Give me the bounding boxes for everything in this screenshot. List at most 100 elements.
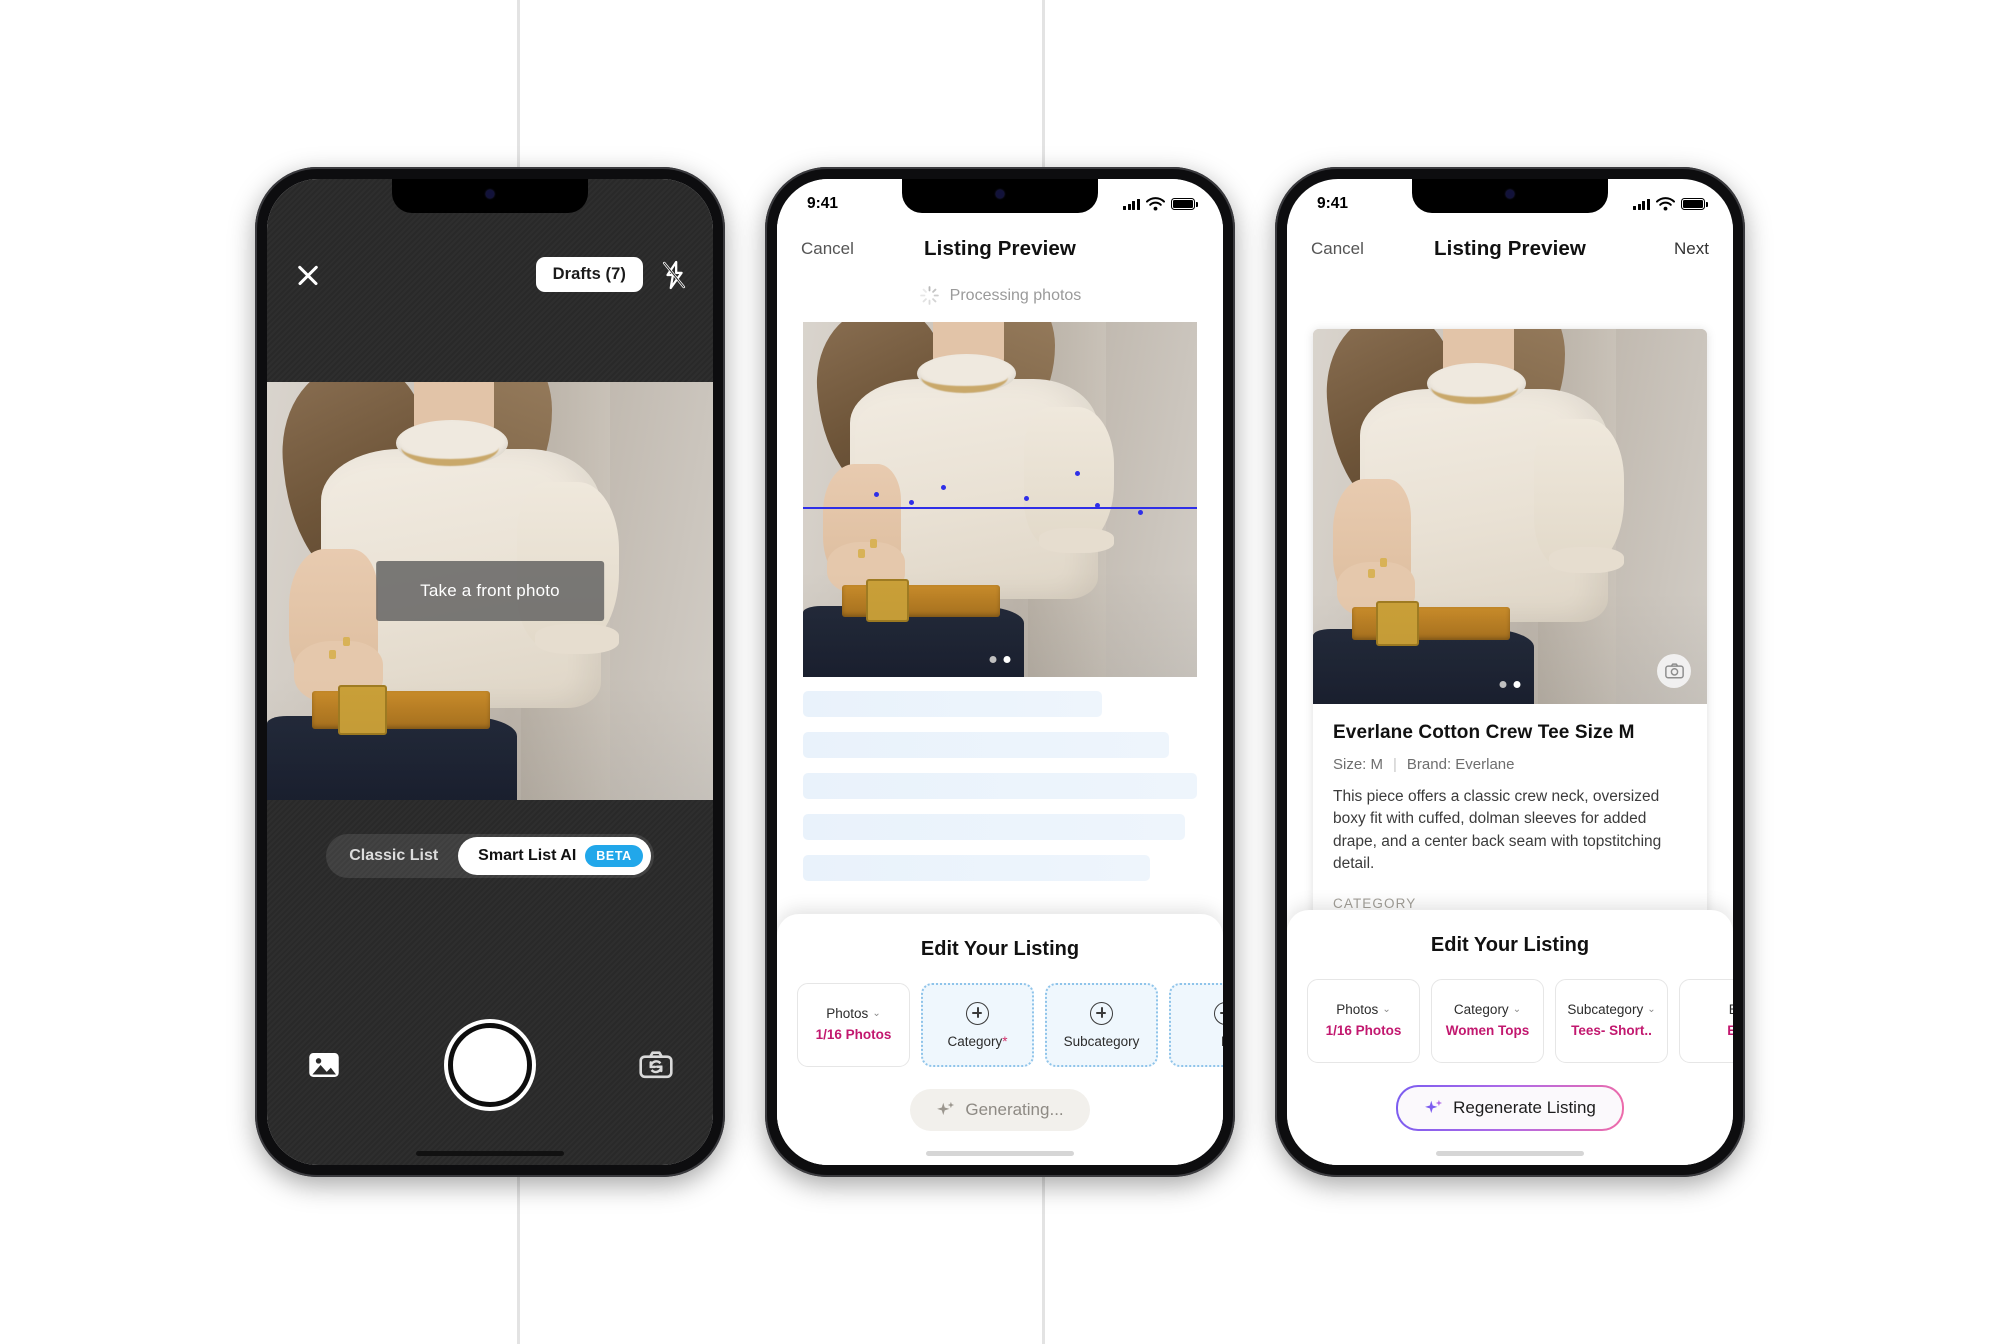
sparkle-icon bbox=[937, 1101, 955, 1116]
category-section-label: CATEGORY bbox=[1333, 895, 1417, 911]
regenerate-listing-button[interactable]: Regenerate Listing bbox=[1396, 1085, 1624, 1131]
chip-subcategory[interactable]: Subcategory bbox=[1045, 983, 1158, 1067]
ai-detect-dot bbox=[1074, 471, 1080, 477]
camera-flip-icon[interactable] bbox=[639, 1050, 673, 1080]
skeleton-line bbox=[803, 814, 1186, 840]
page-title: Listing Preview bbox=[924, 237, 1076, 260]
chip-brand-label: B bbox=[1221, 1034, 1223, 1049]
generating-button: Generating... bbox=[910, 1089, 1090, 1131]
status-time: 9:41 bbox=[1317, 195, 1349, 212]
chip-label-text: Photos bbox=[826, 1006, 869, 1022]
loading-spinner-icon bbox=[919, 286, 939, 305]
camera-topbar: Drafts (7) bbox=[267, 257, 713, 292]
listing-photo[interactable] bbox=[1313, 329, 1707, 704]
camera-screen: Drafts (7) Take a front photo Classic Li… bbox=[267, 179, 713, 1165]
plus-circle-icon bbox=[1090, 1001, 1113, 1025]
chip-category-label: Category ⌄ bbox=[1454, 1002, 1521, 1017]
mode-switcher: Classic List Smart List AI BETA bbox=[267, 834, 713, 878]
chip-label-text: Category bbox=[1453, 1002, 1509, 1018]
battery-icon bbox=[1171, 198, 1198, 210]
wifi-icon bbox=[1656, 197, 1675, 211]
chip-category[interactable]: Category ⌄ Women Tops bbox=[1431, 979, 1544, 1063]
preview-screen: 9:41 Cancel Listing Preview Next Everlan… bbox=[1287, 179, 1733, 1165]
garment-photo bbox=[803, 322, 1197, 677]
chip-photos-label: Photos ⌄ bbox=[826, 1006, 880, 1021]
chip-subcategory[interactable]: Subcategory ⌄ Tees- Short.. bbox=[1555, 979, 1668, 1063]
preview-photo[interactable] bbox=[803, 322, 1197, 677]
chip-label-text: Category bbox=[947, 1033, 1003, 1049]
shutter-button[interactable] bbox=[448, 1023, 532, 1107]
chip-brand[interactable]: B bbox=[1169, 983, 1223, 1067]
processing-screen: 9:41 Cancel Listing Preview Processing p… bbox=[777, 179, 1223, 1165]
sheet-cta-row: Generating... bbox=[777, 1089, 1223, 1131]
cancel-button[interactable]: Cancel bbox=[801, 239, 857, 259]
chip-photos[interactable]: Photos ⌄ 1/16 Photos bbox=[797, 983, 910, 1067]
close-icon[interactable] bbox=[293, 260, 323, 290]
flash-off-icon[interactable] bbox=[661, 260, 687, 290]
status-time: 9:41 bbox=[807, 195, 839, 212]
processing-status: Processing photos bbox=[777, 285, 1223, 306]
cancel-button[interactable]: Cancel bbox=[1311, 239, 1367, 259]
ai-detect-dot bbox=[1094, 503, 1100, 509]
chip-brand-value: Ev bbox=[1727, 1023, 1733, 1039]
listing-size: Size: M bbox=[1333, 756, 1384, 773]
meta-separator: | bbox=[1393, 756, 1397, 773]
mode-track: Classic List Smart List AI BETA bbox=[326, 834, 654, 878]
phone-preview: 9:41 Cancel Listing Preview Next Everlan… bbox=[1275, 167, 1745, 1177]
chip-photos-label: Photos ⌄ bbox=[1336, 1002, 1390, 1017]
listing-title: Everlane Cotton Crew Tee Size M bbox=[1333, 722, 1635, 743]
chip-brand[interactable]: Br Ev bbox=[1679, 979, 1733, 1063]
status-indicators bbox=[1633, 197, 1708, 211]
notch bbox=[392, 179, 588, 213]
phone-camera: Drafts (7) Take a front photo Classic Li… bbox=[255, 167, 725, 1177]
skeleton-line bbox=[803, 855, 1150, 881]
photo-pagination bbox=[989, 656, 1011, 663]
next-button[interactable]: Next bbox=[1653, 239, 1709, 259]
chip-subcategory-label: Subcategory ⌄ bbox=[1567, 1002, 1655, 1017]
ai-detect-dot bbox=[909, 499, 915, 505]
signal-icon bbox=[1123, 198, 1140, 210]
ai-scan-line bbox=[803, 506, 1197, 510]
nav-bar: Cancel Listing Preview bbox=[777, 223, 1223, 275]
chip-photos-value: 1/16 Photos bbox=[815, 1027, 892, 1043]
plus-circle-icon bbox=[966, 1001, 989, 1025]
sheet-cta-row: Regenerate Listing bbox=[1287, 1085, 1733, 1131]
attribute-chips[interactable]: Photos ⌄ 1/16 Photos Category* Subcatego… bbox=[777, 983, 1223, 1067]
garment-photo bbox=[1313, 329, 1707, 704]
ai-detect-dot bbox=[1023, 495, 1029, 501]
listing-description: This piece offers a classic crew neck, o… bbox=[1333, 788, 1662, 873]
notch bbox=[902, 179, 1098, 213]
listing-brand: Brand: Everlane bbox=[1406, 756, 1515, 773]
edit-listing-sheet: Edit Your Listing Photos ⌄ 1/16 Photos C… bbox=[777, 914, 1223, 1165]
processing-label: Processing photos bbox=[949, 286, 1082, 304]
gallery-icon[interactable] bbox=[307, 1050, 341, 1080]
regenerate-label: Regenerate Listing bbox=[1453, 1098, 1596, 1117]
mode-smart-list-ai[interactable]: Smart List AI BETA bbox=[458, 837, 651, 875]
edit-listing-sheet: Edit Your Listing Photos ⌄ 1/16 Photos C… bbox=[1287, 910, 1733, 1165]
page-title: Listing Preview bbox=[1434, 237, 1586, 260]
chip-subcategory-label: Subcategory bbox=[1063, 1033, 1140, 1049]
chevron-down-icon: ⌄ bbox=[1647, 1004, 1656, 1016]
chip-category[interactable]: Category* bbox=[921, 983, 1034, 1067]
mode-classic-list[interactable]: Classic List bbox=[329, 839, 458, 873]
capture-hint: Take a front photo bbox=[376, 561, 604, 621]
camera-viewfinder: Drafts (7) Take a front photo Classic Li… bbox=[267, 179, 713, 1165]
drafts-button[interactable]: Drafts (7) bbox=[535, 257, 643, 292]
home-indicator bbox=[1436, 1151, 1584, 1156]
sparkle-icon bbox=[1425, 1099, 1443, 1114]
listing-meta: Size: M | Brand: Everlane bbox=[1333, 756, 1687, 773]
camera-live-photo: Take a front photo bbox=[267, 382, 713, 800]
chip-photos[interactable]: Photos ⌄ 1/16 Photos bbox=[1307, 979, 1420, 1063]
camera-icon[interactable] bbox=[1657, 654, 1691, 688]
chip-label-text: Photos bbox=[1336, 1002, 1379, 1018]
beta-badge: BETA bbox=[585, 845, 643, 867]
battery-icon bbox=[1681, 198, 1708, 210]
status-indicators bbox=[1123, 197, 1198, 211]
chip-brand-label: Br bbox=[1729, 1002, 1733, 1017]
chevron-down-icon: ⌄ bbox=[1512, 1004, 1522, 1016]
phone-processing: 9:41 Cancel Listing Preview Processing p… bbox=[765, 167, 1235, 1177]
notch bbox=[1412, 179, 1608, 213]
required-asterisk: * bbox=[1002, 1033, 1008, 1049]
chip-category-label: Category* bbox=[947, 1034, 1007, 1049]
attribute-chips[interactable]: Photos ⌄ 1/16 Photos Category ⌄ Women To… bbox=[1287, 979, 1733, 1063]
